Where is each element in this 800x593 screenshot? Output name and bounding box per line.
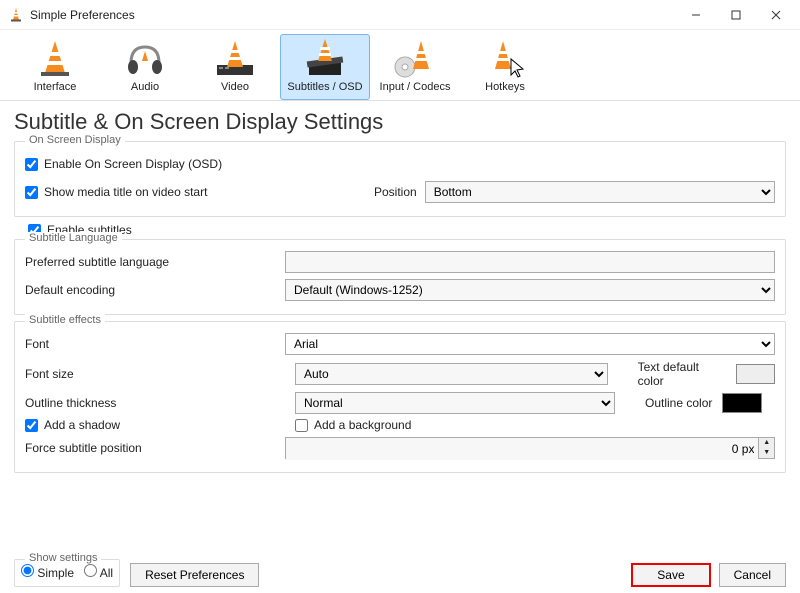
fontsize-label: Font size — [25, 367, 285, 381]
film-cone-icon — [211, 39, 259, 79]
add-shadow-label: Add a shadow — [44, 418, 120, 432]
tab-input[interactable]: Input / Codecs — [370, 34, 460, 100]
default-encoding-label: Default encoding — [25, 283, 285, 297]
effects-group-title: Subtitle effects — [25, 314, 105, 326]
close-button[interactable] — [756, 0, 796, 30]
force-position-input[interactable] — [286, 438, 758, 460]
add-background-label: Add a background — [314, 418, 411, 432]
show-settings-title: Show settings — [25, 552, 101, 564]
position-select[interactable]: Bottom — [425, 181, 775, 203]
add-shadow-checkbox[interactable] — [25, 419, 38, 432]
outline-color-swatch[interactable] — [722, 393, 762, 413]
tab-audio[interactable]: Audio — [100, 34, 190, 100]
default-encoding-select[interactable]: Default (Windows-1252) — [285, 279, 775, 301]
minimize-button[interactable] — [676, 0, 716, 30]
simple-radio-label[interactable]: Simple — [21, 566, 74, 580]
show-media-title-label: Show media title on video start — [44, 185, 374, 199]
cancel-button[interactable]: Cancel — [719, 563, 786, 587]
tab-subtitles[interactable]: Subtitles / OSD — [280, 34, 370, 100]
enable-osd-label: Enable On Screen Display (OSD) — [44, 157, 222, 171]
preferred-language-label: Preferred subtitle language — [25, 255, 285, 269]
maximize-button[interactable] — [716, 0, 756, 30]
outline-color-label: Outline color — [645, 396, 712, 410]
save-button[interactable]: Save — [631, 563, 710, 587]
outline-thickness-select[interactable]: Normal — [295, 392, 615, 414]
footer: Show settings Simple All Reset Preferenc… — [0, 559, 800, 587]
category-tabs: Interface Audio Video Subtitles / OSD In… — [0, 30, 800, 101]
text-color-label: Text default color — [638, 360, 726, 388]
force-position-label: Force subtitle position — [25, 441, 285, 455]
show-settings-group: Show settings Simple All — [14, 559, 120, 587]
cone-cursor-icon — [481, 39, 529, 79]
language-group: Subtitle Language Preferred subtitle lan… — [14, 239, 786, 315]
spin-up-icon: ▲ — [759, 438, 774, 448]
tab-video[interactable]: Video — [190, 34, 280, 100]
spin-down-icon: ▼ — [759, 448, 774, 458]
reset-preferences-button[interactable]: Reset Preferences — [130, 563, 259, 587]
disc-cone-icon — [391, 39, 439, 79]
window-title: Simple Preferences — [30, 8, 676, 22]
position-label: Position — [374, 185, 417, 199]
force-position-spinner[interactable]: ▲▼ — [285, 437, 775, 459]
fontsize-select[interactable]: Auto — [295, 363, 608, 385]
vlc-cone-icon — [8, 7, 24, 23]
tab-interface[interactable]: Interface — [10, 34, 100, 100]
language-group-title: Subtitle Language — [25, 232, 122, 244]
osd-group: On Screen Display Enable On Screen Displ… — [14, 141, 786, 217]
show-media-title-checkbox[interactable] — [25, 186, 38, 199]
preferred-language-input[interactable] — [285, 251, 775, 273]
clapper-cone-icon — [301, 39, 349, 79]
font-label: Font — [25, 337, 285, 351]
tab-hotkeys[interactable]: Hotkeys — [460, 34, 550, 100]
all-radio-label[interactable]: All — [84, 566, 113, 580]
text-color-swatch[interactable] — [736, 364, 775, 384]
enable-osd-checkbox[interactable] — [25, 158, 38, 171]
simple-radio[interactable] — [21, 564, 34, 577]
titlebar: Simple Preferences — [0, 0, 800, 30]
outline-thickness-label: Outline thickness — [25, 396, 285, 410]
headphones-icon — [121, 39, 169, 79]
effects-group: Subtitle effects Font Arial Font size Au… — [14, 321, 786, 473]
font-select[interactable]: Arial — [285, 333, 775, 355]
osd-group-title: On Screen Display — [25, 134, 125, 146]
all-radio[interactable] — [84, 564, 97, 577]
cone-icon — [31, 39, 79, 79]
add-background-checkbox[interactable] — [295, 419, 308, 432]
